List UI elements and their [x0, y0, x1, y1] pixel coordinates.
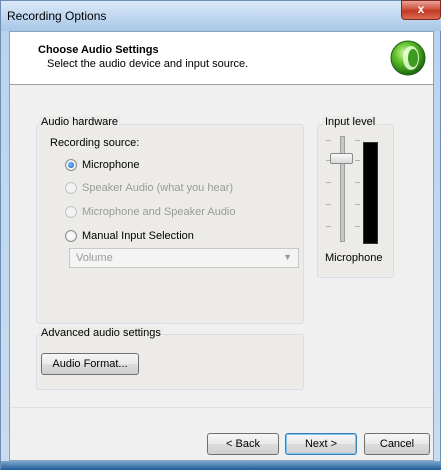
radio-manual-input[interactable]: Manual Input Selection	[65, 228, 194, 244]
radio-label: Microphone	[82, 159, 140, 171]
slider-tick	[355, 160, 360, 161]
dialog-window: Recording Options x Choose Audio Setting…	[0, 0, 441, 470]
next-button[interactable]: Next >	[285, 433, 357, 455]
input-device-label: Microphone	[323, 252, 385, 264]
slider-tick	[355, 182, 360, 183]
chevron-down-icon: ▼	[283, 252, 292, 262]
radio-button[interactable]	[65, 230, 77, 242]
slider-tick	[355, 226, 360, 227]
slider-tick	[326, 226, 331, 227]
window-title: Recording Options	[7, 9, 107, 23]
back-button[interactable]: < Back	[207, 433, 279, 455]
input-level-slider-track	[340, 136, 345, 242]
audio-format-button[interactable]: Audio Format...	[41, 353, 139, 375]
slider-tick	[326, 204, 331, 205]
close-button[interactable]: x	[401, 0, 441, 20]
radio-microphone[interactable]: Microphone	[65, 157, 139, 173]
radio-label: Manual Input Selection	[82, 230, 194, 242]
footer-separator	[10, 407, 433, 408]
radio-button-checked[interactable]	[65, 159, 77, 171]
slider-tick	[355, 204, 360, 205]
radio-label: Speaker Audio (what you hear)	[82, 182, 234, 194]
page-subtitle: Select the audio device and input source…	[47, 58, 249, 70]
audio-hardware-label: Audio hardware	[39, 116, 121, 128]
input-source-select[interactable]: Volume ▼	[69, 248, 299, 268]
radio-mic-and-speaker[interactable]: Microphone and Speaker Audio	[65, 204, 236, 220]
slider-tick	[326, 182, 331, 183]
audio-hardware-group	[36, 124, 304, 324]
slider-tick	[326, 140, 331, 141]
input-level-meter	[363, 142, 378, 244]
slider-tick	[355, 140, 360, 141]
dialog-client-area: Choose Audio Settings Select the audio d…	[9, 31, 434, 461]
input-level-slider-thumb[interactable]	[330, 153, 353, 164]
page-title: Choose Audio Settings	[38, 44, 159, 56]
wizard-header: Choose Audio Settings Select the audio d…	[10, 32, 433, 85]
cancel-button[interactable]: Cancel	[364, 433, 430, 455]
recording-source-label: Recording source:	[48, 137, 142, 149]
select-value: Volume	[76, 252, 113, 264]
input-level-label: Input level	[323, 116, 378, 128]
green-orb-logo-icon	[390, 40, 426, 76]
radio-button[interactable]	[65, 182, 77, 194]
title-bar[interactable]: Recording Options x	[1, 0, 441, 31]
radio-speaker-audio[interactable]: Speaker Audio (what you hear)	[65, 180, 233, 196]
radio-button[interactable]	[65, 206, 77, 218]
radio-label: Microphone and Speaker Audio	[82, 206, 236, 218]
advanced-audio-label: Advanced audio settings	[39, 327, 163, 339]
